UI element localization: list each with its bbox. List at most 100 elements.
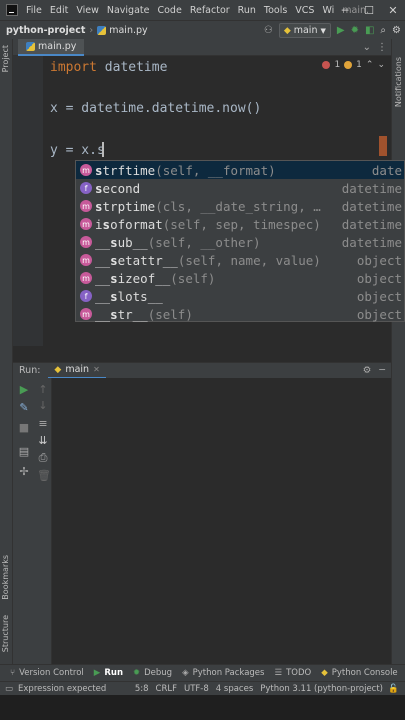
settings-icon[interactable]: ⚙ (363, 365, 372, 376)
method-icon: m (80, 272, 92, 284)
notifications-tool-button[interactable]: Notifications (394, 57, 403, 107)
tab-label: main.py (38, 41, 77, 52)
arrow-down-icon[interactable]: ↓ (37, 400, 49, 412)
menu-navigate[interactable]: Navigate (107, 5, 150, 16)
completion-item[interactable]: f second datetime (76, 179, 404, 197)
code-line-3: x = datetime.datetime.now() (50, 101, 261, 116)
completion-signature: (cls, __date_string, … (155, 198, 321, 214)
code-line-5: y = x.s (50, 143, 105, 158)
editor-tabs: main.py ⌄ ⋮ (13, 39, 391, 56)
tabs-dropdown-icon[interactable]: ⌄ (363, 42, 371, 53)
completion-item[interactable]: m strftime (self, __format) date (76, 161, 404, 179)
completion-match: s (95, 180, 103, 196)
menu-edit[interactable]: Edit (50, 5, 68, 16)
completion-match: s (95, 198, 103, 214)
project-tool-button[interactable]: Project (1, 45, 10, 72)
bottom-tab-todo[interactable]: ☰ TODO (274, 668, 311, 678)
breadcrumb-project[interactable]: python-project (6, 25, 85, 36)
user-icon[interactable]: ⚇ (264, 25, 273, 36)
menu-code[interactable]: Code (157, 5, 181, 16)
python-icon: ◆ (283, 25, 291, 36)
structure-tool-button[interactable]: Structure (1, 615, 10, 652)
warning-count: 1 (356, 60, 362, 70)
completion-match: s (95, 162, 103, 178)
completion-match: s (110, 288, 118, 304)
completion-item[interactable]: m __sub__ (self, __other) datetime (76, 233, 404, 251)
text-caret (102, 142, 104, 157)
lock-icon[interactable]: 🔓 (388, 684, 399, 694)
completion-item[interactable]: m __sizeof__ (self) object (76, 269, 404, 287)
completion-type: object (356, 306, 402, 322)
arrow-up-icon[interactable]: ↑ (37, 384, 49, 396)
python-interpreter[interactable]: Python 3.11 (python-project) (260, 684, 383, 694)
menu-run[interactable]: Run (238, 5, 256, 16)
search-icon[interactable]: ⌕ (380, 25, 386, 36)
menu-refactor[interactable]: Refactor (190, 5, 230, 16)
file-icon (97, 25, 107, 35)
breadcrumb-file[interactable]: main.py (109, 25, 147, 36)
completion-item[interactable]: f __slots__ object (76, 287, 404, 305)
close-button[interactable]: ✕ (381, 0, 405, 20)
completion-item[interactable]: m isoformat (self, sep, timespec) datetime (76, 215, 404, 233)
inspection-widget[interactable]: 1 1 ⌃ ⌄ (322, 60, 385, 70)
completion-popup[interactable]: m strftime (self, __format) date f second date… (75, 160, 405, 322)
bottom-tab-python-console[interactable]: ◆ Python Console (321, 668, 397, 678)
menu-vcs[interactable]: VCS (295, 5, 314, 16)
completion-signature: (self) (170, 270, 216, 286)
error-stripe-marker[interactable] (379, 136, 387, 156)
run-configuration-select[interactable]: ◆ main ▼ (278, 23, 331, 38)
bottom-tab-debug[interactable]: ✹ Debug (133, 668, 172, 678)
completion-name: __slots__ (95, 289, 163, 304)
more-icon[interactable]: ⋮ (377, 42, 387, 53)
completion-text: etattr__ (117, 252, 178, 268)
run-panel-title: Run: (19, 365, 41, 376)
soft-wrap-icon[interactable]: ≡ (37, 418, 49, 430)
left-tool-strip: Project Bookmarks Structure (0, 39, 13, 664)
rerun-icon[interactable]: ▶ (18, 384, 30, 396)
completion-text: izeof__ (117, 270, 171, 286)
stop-icon[interactable]: ■ (18, 422, 30, 434)
run-tab-main[interactable]: ◆ main ✕ (48, 363, 106, 379)
minimize-panel-icon[interactable]: ─ (379, 365, 385, 376)
chevron-down-icon[interactable]: ⌄ (377, 60, 385, 70)
chevron-down-icon: ▼ (320, 26, 326, 35)
coverage-icon[interactable]: ◧ (365, 25, 374, 36)
completion-type: datetime (341, 216, 402, 232)
tab-main-py[interactable]: main.py (18, 39, 85, 56)
caret-position[interactable]: 5:8 (135, 684, 149, 694)
bottom-tab-python-packages[interactable]: ◈ Python Packages (182, 668, 264, 678)
chevron-up-icon[interactable]: ⌃ (366, 60, 374, 70)
completion-match: s (110, 306, 118, 322)
trash-icon[interactable]: 🗑 (37, 470, 51, 482)
file-encoding[interactable]: UTF-8 (184, 684, 209, 694)
close-icon[interactable]: ✕ (93, 365, 100, 374)
layout-icon[interactable]: ▭ (5, 684, 13, 694)
indent-setting[interactable]: 4 spaces (216, 684, 253, 694)
layout-icon[interactable]: ▤ (18, 446, 30, 458)
menu-view[interactable]: View (76, 5, 99, 16)
run-console-output[interactable] (52, 378, 391, 664)
completion-item[interactable]: m strptime (cls, __date_string, … datetime (76, 197, 404, 215)
console-toolbar: ↑ ↓ ≡ ⇊ ⎙ 🗑 (34, 378, 52, 664)
bookmarks-tool-button[interactable]: Bookmarks (1, 555, 10, 600)
bottom-tab-run[interactable]: ▶ Run (94, 668, 123, 678)
settings-icon[interactable]: ⚙ (392, 25, 401, 36)
scroll-to-end-icon[interactable]: ⇊ (37, 435, 49, 447)
bottom-tab-version-control[interactable]: ⑂ Version Control (10, 668, 84, 678)
menu-file[interactable]: File (26, 5, 42, 16)
completion-text: __ (95, 288, 111, 304)
minimize-button[interactable]: ─ (333, 0, 357, 20)
maximize-button[interactable]: ☐ (357, 0, 381, 20)
line-separator[interactable]: CRLF (156, 684, 177, 694)
python-file-icon (26, 42, 35, 51)
breadcrumb-separator-icon: › (89, 24, 94, 36)
debug-icon[interactable]: ✹ (351, 25, 359, 36)
menu-tools[interactable]: Tools (264, 5, 287, 16)
run-icon[interactable]: ▶ (337, 25, 345, 36)
completion-item[interactable]: m __setattr__ (self, name, value) object (76, 251, 404, 269)
completion-item[interactable]: m __str__ (self) object (76, 305, 404, 323)
print-icon[interactable]: ⎙ (37, 452, 49, 464)
wrench-icon[interactable]: ✎ (18, 402, 30, 414)
layers-icon: ◈ (182, 668, 189, 678)
pin-icon[interactable]: ✢ (18, 466, 30, 478)
